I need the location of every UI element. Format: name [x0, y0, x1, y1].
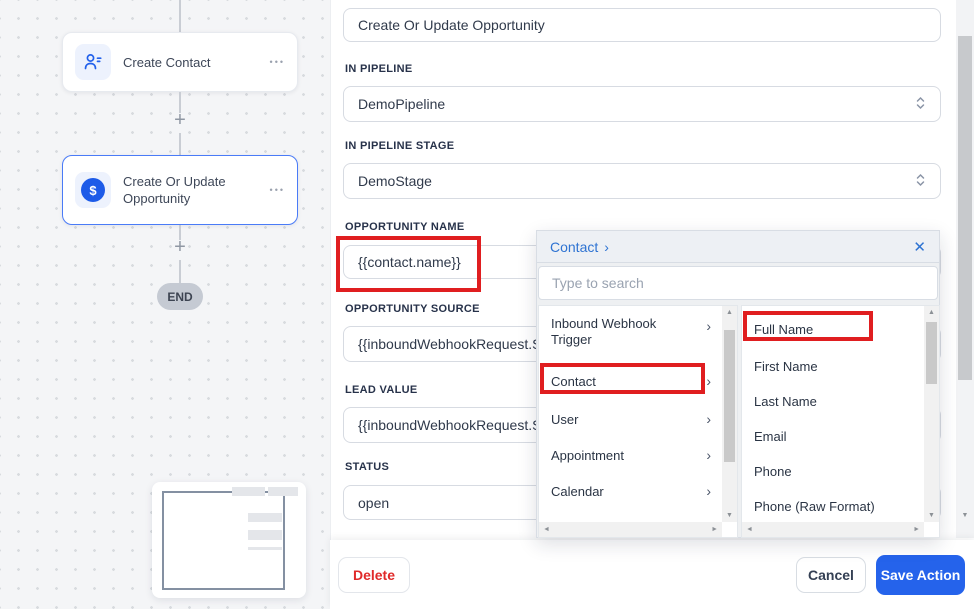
field-label: OPPORTUNITY SOURCE [345, 303, 480, 315]
field-list: Full Name First Name Last Name Email Pho… [741, 305, 940, 538]
chevron-right-icon: › [706, 411, 711, 427]
select-value: DemoPipeline [358, 96, 445, 112]
chevron-up-down-icon [915, 172, 926, 191]
select-value: DemoStage [358, 173, 432, 189]
field-label: STATUS [345, 461, 389, 473]
scroll-left-icon[interactable]: ◄ [746, 526, 753, 533]
scrollbar-thumb[interactable] [724, 330, 735, 462]
field-label: IN PIPELINE [345, 63, 412, 75]
add-step-icon[interactable]: + [168, 109, 192, 132]
chevron-right-icon: › [706, 483, 711, 499]
minimap-bar [248, 530, 282, 540]
minimap-bar [248, 513, 282, 522]
add-step-icon[interactable]: + [168, 236, 192, 259]
field-item-full-name[interactable]: Full Name [742, 316, 925, 342]
cancel-button[interactable]: Cancel [796, 557, 866, 593]
save-action-button[interactable]: Save Action [876, 555, 965, 595]
scroll-left-icon[interactable]: ◄ [543, 526, 550, 533]
minimap-viewport [162, 491, 285, 590]
node-create-or-update-opportunity[interactable]: $ Create Or Update Opportunity ••• [62, 155, 298, 225]
close-icon[interactable]: ✕ [913, 238, 926, 256]
connector-line [179, 133, 181, 155]
node-menu-icon[interactable]: ••• [270, 57, 285, 67]
connector-line [179, 0, 181, 33]
scrollbar-thumb[interactable] [926, 322, 937, 384]
field-item-phone-raw-format[interactable]: Phone (Raw Format) [742, 493, 925, 519]
opportunity-icon: $ [75, 172, 111, 208]
custom-values-dropdown: Contact › ✕ Inbound Webhook Trigger › Co… [536, 230, 940, 538]
pipeline-select[interactable]: DemoPipeline [343, 86, 941, 122]
action-name-input[interactable] [343, 8, 941, 42]
minimap-bar [232, 487, 265, 496]
pipeline-stage-select[interactable]: DemoStage [343, 163, 941, 199]
dollar-icon: $ [81, 178, 105, 202]
minimap-bar [268, 487, 298, 496]
workflow-builder: Create Contact ••• + $ Create Or Update … [0, 0, 974, 609]
field-label: IN PIPELINE STAGE [345, 140, 454, 152]
category-item-calendar[interactable]: Calendar › [539, 478, 723, 504]
minimap-bar [248, 547, 282, 550]
field-list-hscrollbar[interactable]: ◄ ► [742, 522, 924, 537]
category-list: Inbound Webhook Trigger › Contact › User… [538, 305, 738, 538]
scroll-right-icon[interactable]: ► [913, 526, 920, 533]
connector-line [179, 260, 181, 283]
workflow-canvas[interactable]: Create Contact ••• + $ Create Or Update … [0, 0, 330, 609]
scroll-down-icon[interactable]: ▼ [722, 512, 737, 519]
field-item-email[interactable]: Email [742, 423, 925, 449]
contact-icon [75, 44, 111, 80]
field-label: OPPORTUNITY NAME [345, 221, 465, 233]
node-label: Create Or Update Opportunity [123, 173, 235, 207]
breadcrumb[interactable]: Contact [550, 239, 598, 255]
scroll-up-icon[interactable]: ▲ [722, 309, 737, 316]
dropdown-header: Contact › ✕ [537, 231, 939, 263]
chevron-right-icon: › [604, 239, 609, 255]
category-item-contact[interactable]: Contact › [539, 368, 723, 394]
chevron-up-down-icon [915, 95, 926, 114]
chevron-right-icon: › [706, 316, 711, 334]
end-node: END [157, 283, 203, 310]
field-label: LEAD VALUE [345, 384, 417, 396]
scroll-right-icon[interactable]: ► [711, 526, 718, 533]
category-item-appointment[interactable]: Appointment › [539, 442, 723, 468]
scroll-down-icon[interactable]: ▼ [956, 512, 974, 519]
search-input[interactable] [538, 266, 938, 300]
field-list-vscrollbar[interactable]: ▲ ▼ [924, 306, 939, 522]
scroll-down-icon[interactable]: ▼ [924, 512, 939, 519]
delete-button[interactable]: Delete [338, 557, 410, 593]
scroll-up-icon[interactable]: ▲ [924, 309, 939, 316]
category-list-vscrollbar[interactable]: ▲ ▼ [722, 306, 737, 522]
field-item-phone[interactable]: Phone [742, 458, 925, 484]
field-item-last-name[interactable]: Last Name [742, 388, 925, 414]
category-list-hscrollbar[interactable]: ◄ ► [539, 522, 722, 537]
category-item-inbound-webhook-trigger[interactable]: Inbound Webhook Trigger › [539, 314, 723, 358]
node-label: Create Contact [123, 54, 235, 71]
chevron-right-icon: › [706, 447, 711, 463]
minimap[interactable] [152, 482, 306, 598]
field-item-first-name[interactable]: First Name [742, 353, 925, 379]
category-item-user[interactable]: User › [539, 406, 723, 432]
chevron-right-icon: › [706, 373, 711, 389]
node-menu-icon[interactable]: ••• [270, 185, 285, 195]
scrollbar-thumb[interactable] [958, 36, 972, 380]
panel-scrollbar[interactable]: ▼ [956, 0, 974, 538]
node-create-contact[interactable]: Create Contact ••• [62, 32, 298, 92]
panel-footer: Delete Cancel Save Action [330, 540, 974, 609]
